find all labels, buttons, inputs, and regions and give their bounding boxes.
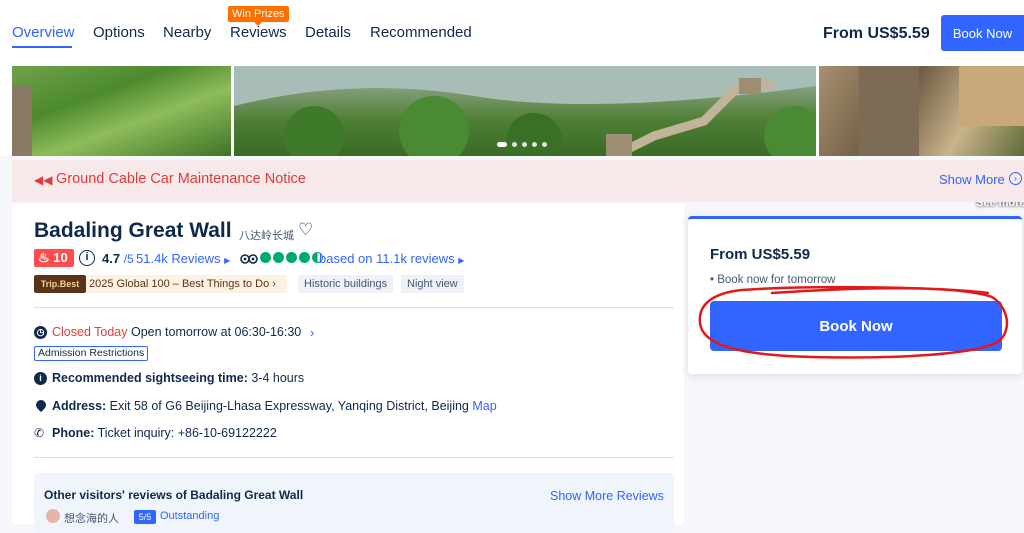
reviewer-name: 想念海的人	[64, 513, 119, 525]
divider	[34, 457, 674, 458]
gallery-pagination	[497, 142, 547, 147]
visitor-reviews-section: Other visitors' reviews of Badaling Grea…	[34, 473, 674, 533]
tab-recommended[interactable]: Recommended	[370, 24, 472, 41]
opening-hours[interactable]: Closed Today Open tomorrow at 06:30-16:3…	[52, 325, 301, 339]
divider	[34, 307, 674, 308]
info-icon[interactable]: i	[79, 250, 95, 266]
header-price: From US$5.59	[823, 25, 930, 42]
address-value: Exit 58 of G6 Beijing-Lhasa Expressway, …	[109, 399, 469, 413]
header-book-now-button[interactable]: Book Now	[941, 15, 1024, 51]
phone-label: Phone:	[52, 426, 95, 440]
pagination-dot[interactable]	[542, 142, 547, 147]
pagination-dot[interactable]	[497, 142, 507, 147]
phone: Phone: Ticket inquiry: +86-10-69122222	[52, 426, 277, 440]
top-navigation: Overview Options Nearby Win Prizes Revie…	[0, 0, 1024, 66]
tripadvisor-owl-icon	[240, 254, 258, 264]
rating-max: /5	[123, 252, 134, 266]
tripadvisor-reviews-link[interactable]: based on 11.1k reviews ▶	[319, 251, 464, 266]
photo-gallery: See more	[0, 66, 1024, 209]
notice-show-more-link[interactable]: Show More	[939, 172, 1005, 187]
reviews-count: 51.4k Reviews	[136, 251, 221, 266]
address: Address: Exit 58 of G6 Beijing-Lhasa Exp…	[52, 399, 497, 413]
sightseeing-time: Recommended sightseeing time: 3-4 hours	[52, 371, 304, 385]
wall-stairs	[859, 66, 919, 156]
megaphone-icon: ◀◀	[34, 173, 53, 187]
tripadvisor-reviews-count: based on 11.1k reviews	[319, 251, 455, 266]
sightseeing-label: Recommended sightseeing time:	[52, 371, 248, 385]
review-score-badge: 5/5	[134, 510, 156, 524]
rating-bubble	[273, 252, 284, 263]
tab-overview[interactable]: Overview	[12, 24, 75, 41]
tab-details[interactable]: Details	[305, 24, 351, 41]
hot-rank-badge[interactable]: ♨ 10	[34, 249, 74, 267]
rating-bubble	[299, 252, 310, 263]
status-open: Open tomorrow at 06:30-16:30	[131, 325, 302, 339]
tripbest-logo: Trip.Best	[34, 275, 86, 293]
active-tab-indicator	[12, 46, 72, 48]
clock-icon: ◷	[34, 326, 47, 339]
gallery-photo-1[interactable]	[12, 66, 231, 156]
hot-rank-value: 10	[53, 250, 68, 265]
notice-banner: ◀◀ Ground Cable Car Maintenance Notice S…	[12, 160, 1024, 202]
tag-night-view[interactable]: Night view	[401, 275, 464, 293]
admission-restrictions-badge[interactable]: Admission Restrictions	[34, 346, 149, 361]
booking-note-text: Book now for tomorrow	[717, 274, 836, 286]
pagination-dot[interactable]	[522, 142, 527, 147]
review-score-label: Outstanding	[160, 510, 220, 522]
status-closed: Closed Today	[52, 325, 128, 339]
location-pin-icon	[33, 397, 49, 413]
page-title: Badaling Great Wall	[34, 219, 232, 242]
sightseeing-value: 3-4 hours	[251, 371, 305, 385]
wall-segment	[12, 86, 32, 156]
phone-icon: ✆	[34, 426, 45, 440]
caret-right-icon: ▶	[458, 256, 465, 265]
reviews-section-title: Other visitors' reviews of Badaling Grea…	[44, 488, 304, 502]
address-label: Address:	[52, 399, 107, 413]
tab-nearby[interactable]: Nearby	[163, 24, 211, 41]
chevron-right-icon[interactable]: ›	[310, 325, 314, 340]
tab-reviews[interactable]: Reviews	[230, 24, 287, 41]
rating-score: 4.7 /5	[102, 251, 134, 266]
map-link[interactable]: Map	[472, 399, 496, 413]
avatar	[46, 509, 60, 523]
fire-icon: ♨	[38, 250, 50, 265]
info-circle-icon: i	[34, 372, 47, 385]
rating-bubble	[260, 252, 271, 263]
tripadvisor-rating-bubbles	[260, 252, 323, 263]
notice-text[interactable]: Ground Cable Car Maintenance Notice	[56, 171, 306, 187]
rating-bubble	[286, 252, 297, 263]
booking-note: • Book now for tomorrow	[710, 274, 836, 286]
global-award-text: 2025 Global 100 – Best Things to Do	[89, 278, 270, 290]
tab-options[interactable]: Options	[93, 24, 145, 41]
global-award-link[interactable]: 2025 Global 100 – Best Things to Do ›	[86, 275, 287, 293]
phone-value: Ticket inquiry: +86-10-69122222	[97, 426, 277, 440]
book-now-button[interactable]: Book Now	[710, 301, 1002, 351]
reviews-count-link[interactable]: 51.4k Reviews ▶	[136, 251, 230, 266]
booking-card: From US$5.59 • Book now for tomorrow Boo…	[688, 216, 1022, 374]
gallery-photo-3[interactable]	[819, 66, 1024, 156]
favorite-heart-icon[interactable]: ♡	[298, 220, 313, 240]
attraction-info-card: Badaling Great Wall 八达岭长城 ♡ ♨ 10 i 4.7 /…	[12, 204, 684, 533]
pagination-dot[interactable]	[512, 142, 517, 147]
tag-historic-buildings[interactable]: Historic buildings	[298, 275, 394, 293]
wall-tower	[959, 66, 1024, 126]
show-more-reviews-link[interactable]: Show More Reviews	[550, 489, 664, 503]
page-title-chinese: 八达岭长城	[239, 230, 294, 242]
rating-value: 4.7	[102, 251, 121, 266]
chevron-right-circle-icon[interactable]: ›	[1009, 172, 1022, 185]
win-prizes-badge: Win Prizes	[228, 6, 289, 26]
gallery-photo-main[interactable]	[234, 66, 816, 156]
pagination-dot[interactable]	[532, 142, 537, 147]
caret-right-icon: ▶	[224, 256, 231, 265]
booking-price: From US$5.59	[710, 246, 811, 263]
